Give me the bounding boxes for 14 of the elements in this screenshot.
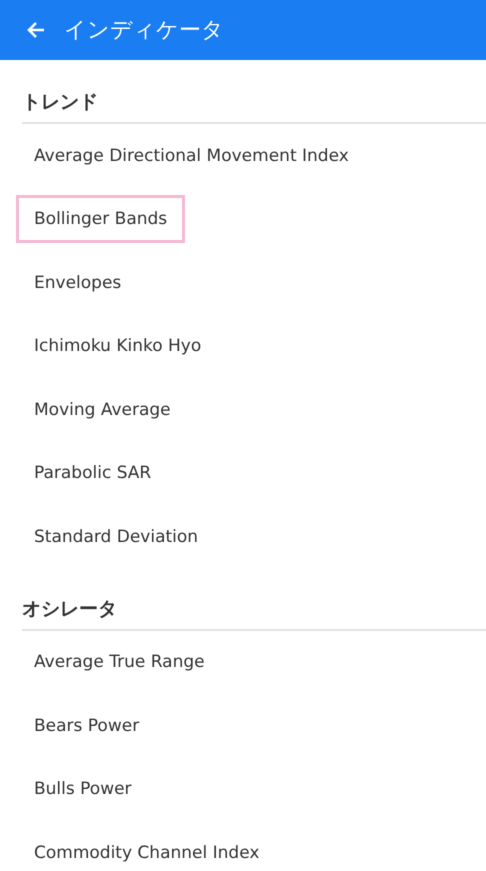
indicator-list-item[interactable]: Moving Average	[16, 386, 189, 434]
indicator-list-item[interactable]: Ichimoku Kinko Hyo	[16, 322, 220, 370]
indicator-list-item[interactable]: Commodity Channel Index	[16, 828, 278, 871]
indicator-list-item[interactable]: Average Directional Movement Index	[16, 132, 367, 180]
indicator-list-item[interactable]: Bollinger Bands	[16, 195, 186, 244]
indicator-list-item[interactable]: Bulls Power	[16, 765, 150, 814]
indicator-list-item[interactable]: Bears Power	[16, 702, 158, 750]
indicator-list-item[interactable]: Parabolic SAR	[16, 449, 170, 498]
indicator-list-item[interactable]: Envelopes	[16, 258, 140, 307]
app-bar-title: インディケータ	[64, 17, 224, 45]
section-header: トレンド	[22, 60, 486, 124]
indicator-list-item[interactable]: Average True Range	[16, 638, 223, 686]
section-header: オシレータ	[22, 568, 486, 630]
indicator-list-item[interactable]: Standard Deviation	[16, 512, 216, 561]
